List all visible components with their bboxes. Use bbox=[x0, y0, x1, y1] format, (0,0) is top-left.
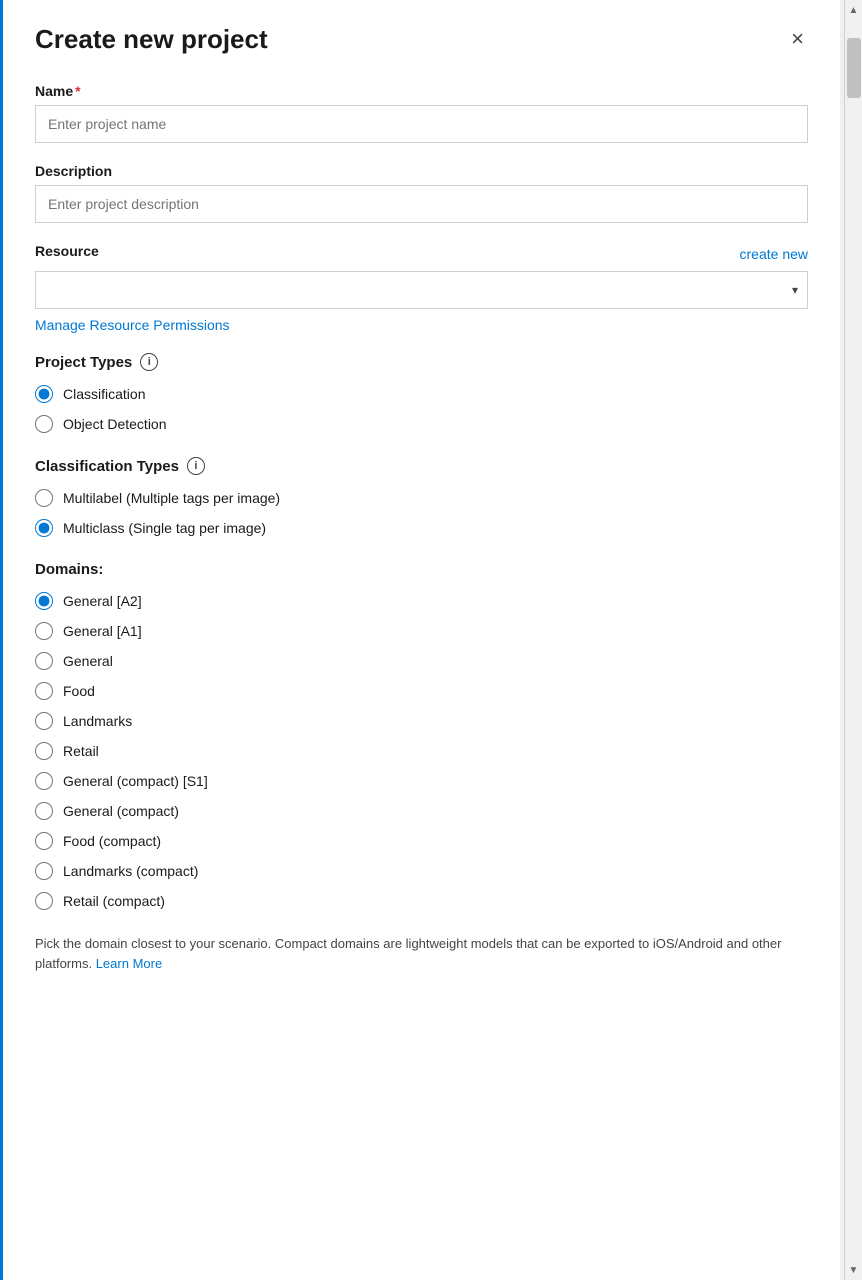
name-label: Name* bbox=[35, 83, 808, 99]
classification-types-section: Classification Types i Multilabel (Multi… bbox=[35, 457, 808, 537]
domain-general-a1[interactable]: General [A1] bbox=[35, 622, 808, 640]
project-type-classification[interactable]: Classification bbox=[35, 385, 808, 403]
create-new-link[interactable]: create new bbox=[740, 246, 808, 262]
resource-label: Resource bbox=[35, 243, 99, 259]
project-types-section: Project Types i Classification Object De… bbox=[35, 353, 808, 433]
domain-general-a1-label: General [A1] bbox=[63, 623, 142, 639]
dialog-title: Create new project bbox=[35, 24, 268, 55]
domain-food-compact[interactable]: Food (compact) bbox=[35, 832, 808, 850]
domain-general-label: General bbox=[63, 653, 113, 669]
domains-radio-group: General [A2] General [A1] General Food L… bbox=[35, 592, 808, 910]
domain-landmarks-radio[interactable] bbox=[35, 712, 53, 730]
domain-retail-label: Retail bbox=[63, 743, 99, 759]
close-button[interactable]: × bbox=[787, 24, 808, 54]
domain-landmarks[interactable]: Landmarks bbox=[35, 712, 808, 730]
domain-landmarks-label: Landmarks bbox=[63, 713, 132, 729]
domain-general-a2-radio[interactable] bbox=[35, 592, 53, 610]
scrollbar-thumb[interactable] bbox=[847, 38, 861, 98]
classification-type-multiclass-radio[interactable] bbox=[35, 519, 53, 537]
domain-general-radio[interactable] bbox=[35, 652, 53, 670]
project-type-classification-label: Classification bbox=[63, 386, 145, 402]
footer-text: Pick the domain closest to your scenario… bbox=[35, 934, 808, 973]
domain-general-a1-radio[interactable] bbox=[35, 622, 53, 640]
classification-type-multiclass[interactable]: Multiclass (Single tag per image) bbox=[35, 519, 808, 537]
modal-container: Create new project × Name* Description R… bbox=[0, 0, 862, 1280]
domain-general-compact-label: General (compact) bbox=[63, 803, 179, 819]
required-indicator: * bbox=[75, 83, 80, 99]
domains-section: Domains: General [A2] General [A1] Gener… bbox=[35, 561, 808, 910]
domain-landmarks-compact[interactable]: Landmarks (compact) bbox=[35, 862, 808, 880]
domain-food-compact-label: Food (compact) bbox=[63, 833, 161, 849]
domain-landmarks-compact-label: Landmarks (compact) bbox=[63, 863, 198, 879]
domain-general-compact-s1[interactable]: General (compact) [S1] bbox=[35, 772, 808, 790]
classification-type-multiclass-label: Multiclass (Single tag per image) bbox=[63, 520, 266, 536]
resource-field-group: Resource create new ▾ Manage Resource Pe… bbox=[35, 243, 808, 333]
domain-general-compact-s1-label: General (compact) [S1] bbox=[63, 773, 208, 789]
classification-types-info-icon: i bbox=[187, 457, 205, 475]
classification-type-multilabel-radio[interactable] bbox=[35, 489, 53, 507]
domain-landmarks-compact-radio[interactable] bbox=[35, 862, 53, 880]
description-field-group: Description bbox=[35, 163, 808, 223]
dialog-panel: Create new project × Name* Description R… bbox=[0, 0, 840, 1280]
scroll-up-arrow[interactable]: ▲ bbox=[847, 2, 861, 18]
domain-general-a2-label: General [A2] bbox=[63, 593, 142, 609]
scroll-down-arrow[interactable]: ▼ bbox=[847, 1262, 861, 1278]
scrollbar[interactable]: ▲ ▼ bbox=[844, 0, 862, 1280]
domain-general-compact-radio[interactable] bbox=[35, 802, 53, 820]
domain-food-label: Food bbox=[63, 683, 95, 699]
domain-general-compact[interactable]: General (compact) bbox=[35, 802, 808, 820]
resource-header: Resource create new bbox=[35, 243, 808, 265]
domain-general-a2[interactable]: General [A2] bbox=[35, 592, 808, 610]
domain-general[interactable]: General bbox=[35, 652, 808, 670]
learn-more-link[interactable]: Learn More bbox=[96, 956, 162, 971]
name-input[interactable] bbox=[35, 105, 808, 143]
project-type-object-detection-radio[interactable] bbox=[35, 415, 53, 433]
project-types-info-icon: i bbox=[140, 353, 158, 371]
domain-retail-compact[interactable]: Retail (compact) bbox=[35, 892, 808, 910]
manage-resource-link[interactable]: Manage Resource Permissions bbox=[35, 317, 808, 333]
dialog-header: Create new project × bbox=[35, 24, 808, 55]
domains-label: Domains: bbox=[35, 561, 808, 578]
domain-retail-compact-radio[interactable] bbox=[35, 892, 53, 910]
domain-food[interactable]: Food bbox=[35, 682, 808, 700]
classification-types-radio-group: Multilabel (Multiple tags per image) Mul… bbox=[35, 489, 808, 537]
classification-type-multilabel[interactable]: Multilabel (Multiple tags per image) bbox=[35, 489, 808, 507]
description-input[interactable] bbox=[35, 185, 808, 223]
name-field-group: Name* bbox=[35, 83, 808, 143]
domain-general-compact-s1-radio[interactable] bbox=[35, 772, 53, 790]
domain-food-compact-radio[interactable] bbox=[35, 832, 53, 850]
resource-select[interactable] bbox=[35, 271, 808, 309]
domain-retail-compact-label: Retail (compact) bbox=[63, 893, 165, 909]
domain-food-radio[interactable] bbox=[35, 682, 53, 700]
project-type-object-detection-label: Object Detection bbox=[63, 416, 167, 432]
project-type-classification-radio[interactable] bbox=[35, 385, 53, 403]
classification-types-label: Classification Types i bbox=[35, 457, 808, 475]
domain-retail[interactable]: Retail bbox=[35, 742, 808, 760]
resource-select-wrapper: ▾ bbox=[35, 271, 808, 309]
domain-retail-radio[interactable] bbox=[35, 742, 53, 760]
project-types-label: Project Types i bbox=[35, 353, 808, 371]
project-type-object-detection[interactable]: Object Detection bbox=[35, 415, 808, 433]
project-types-radio-group: Classification Object Detection bbox=[35, 385, 808, 433]
description-label: Description bbox=[35, 163, 808, 179]
classification-type-multilabel-label: Multilabel (Multiple tags per image) bbox=[63, 490, 280, 506]
